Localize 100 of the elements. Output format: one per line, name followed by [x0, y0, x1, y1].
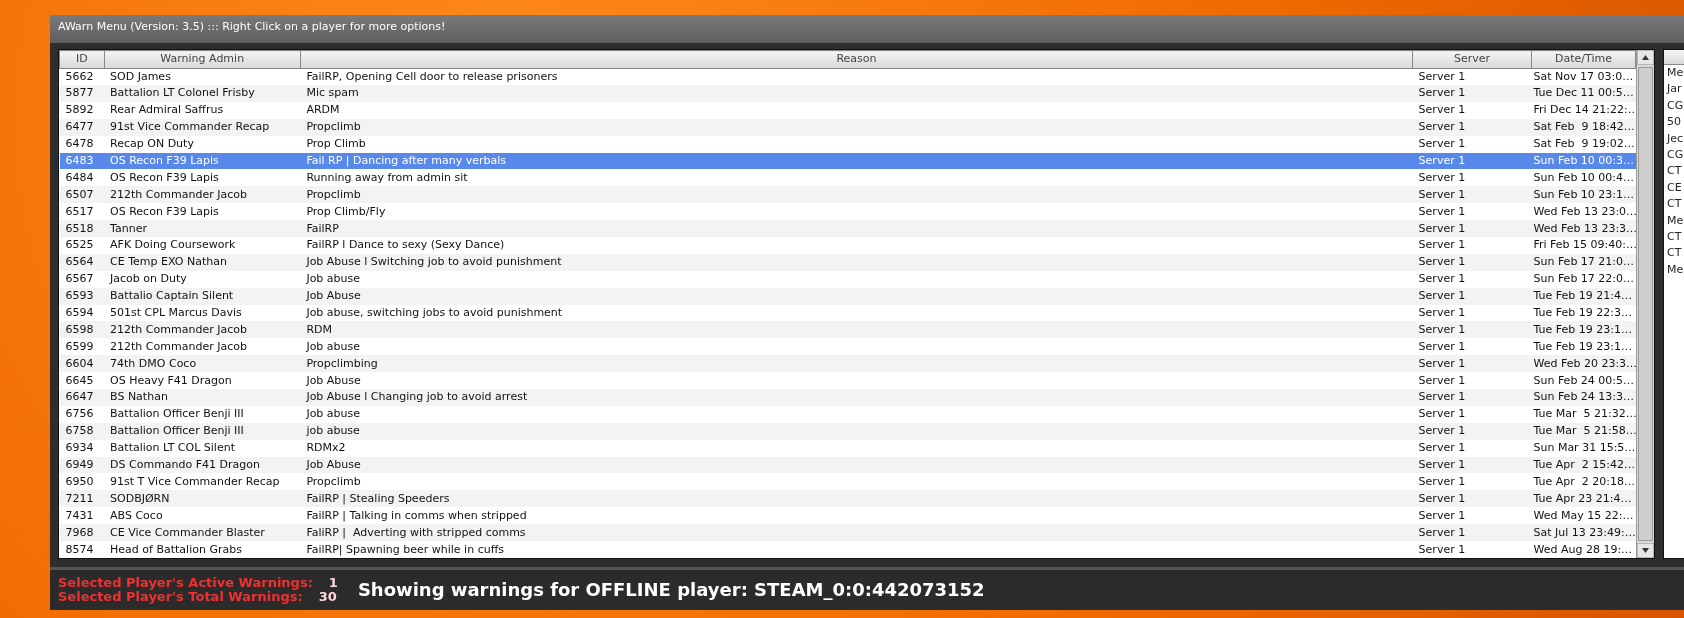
table-cell: Tue Feb 19 21:4…: [1533, 289, 1632, 303]
table-cell: Server 1: [1418, 458, 1466, 472]
table-cell: Server 1: [1418, 322, 1466, 336]
list-item[interactable]: Me: [1667, 262, 1684, 276]
list-item[interactable]: CT: [1667, 164, 1682, 178]
table-cell: Tue Apr 2 15:42…: [1533, 458, 1635, 472]
table-row[interactable]: 6478 Recap ON Duty Prop Climb Server 1 Sat Feb 9 19:02…: [59, 135, 1636, 153]
table-cell: 6567: [65, 272, 94, 286]
list-item[interactable]: Jar: [1667, 82, 1682, 96]
table-cell: Sat Jul 13 23:49:…: [1533, 525, 1636, 539]
table-row[interactable]: 7431 ABS Coco FailRP | Talking in comms when stripped Server 1 Wed May 15 22:…: [59, 507, 1636, 525]
table-cell: SOD James: [110, 69, 171, 83]
table-cell: 6604: [65, 356, 94, 370]
table-cell: 5892: [65, 103, 94, 117]
table-cell: Server 1: [1418, 120, 1466, 134]
table-cell: Fail RP | Dancing after many verbals: [306, 154, 507, 167]
table-row[interactable]: 5662 SOD James FailRP, Opening Cell door to release prisoners Server 1 Sat Nov 17 03:0…: [59, 68, 1636, 85]
scroll-up-icon[interactable]: [1637, 50, 1654, 65]
list-item[interactable]: CT: [1667, 246, 1682, 260]
list-item[interactable]: Me: [1667, 66, 1684, 79]
table-row[interactable]: 8574 Head of Battalion Grabs FailRP| Spawning beer while in cuffs Server 1 Wed Aug 28 19:…: [59, 541, 1636, 558]
table-cell: Server 1: [1418, 424, 1466, 438]
list-item[interactable]: CG: [1667, 147, 1684, 161]
scrollbar[interactable]: [1636, 50, 1654, 558]
table-cell: OS Recon F39 Lapis: [110, 204, 219, 218]
table-cell: 6593: [65, 289, 94, 303]
list-item[interactable]: CT: [1667, 229, 1682, 243]
table-row[interactable]: 6484 OS Recon F39 Lapis Running away from admin sit Server 1 Sun Feb 10 00:4…: [59, 169, 1636, 187]
column-header[interactable]: ID: [59, 50, 105, 68]
table-cell: DS Commando F41 Dragon: [110, 458, 260, 472]
table-row[interactable]: 6517 OS Recon F39 Lapis Prop Climb/Fly Server 1 Wed Feb 13 23:0…: [59, 203, 1636, 221]
list-item[interactable]: 50: [1667, 115, 1681, 129]
table-cell: Propclimbing: [306, 356, 378, 370]
table-cell: FailRP | Talking in comms when stripped: [306, 508, 527, 522]
table-cell: Wed Feb 13 23:0…: [1533, 204, 1636, 218]
table-cell: 6758: [65, 424, 94, 438]
table-cell: Job abuse: [306, 272, 361, 286]
table-row[interactable]: 6599 212th Commander Jacob Job abuse Server 1 Tue Feb 19 23:1…: [59, 338, 1636, 356]
column-header[interactable]: [1664, 50, 1684, 65]
table-row[interactable]: 6950 91st T Vice Commander Recap Propclimb Server 1 Tue Apr 2 20:18…: [59, 473, 1636, 491]
column-header[interactable]: Server: [1412, 50, 1532, 68]
table-cell: Server 1: [1418, 204, 1466, 218]
table-cell: 6598: [65, 322, 94, 336]
table-row[interactable]: 6756 Battalion Officer Benji III Job abuse Server 1 Tue Mar 5 21:32…: [59, 405, 1636, 423]
table-cell: Recap ON Duty: [110, 137, 194, 151]
table-row[interactable]: 6525 AFK Doing Coursework FailRP l Dance to sexy (Sexy Dance) Server 1 Fri Feb 15 09:40:…: [59, 237, 1636, 254]
table-row[interactable]: 6567 Jacob on Duty Job abuse Server 1 Sun Feb 17 22:0…: [59, 270, 1636, 288]
table-cell: Job Abuse: [306, 289, 361, 303]
list-item[interactable]: Me: [1667, 213, 1684, 227]
column-header[interactable]: Warning Admin: [104, 50, 301, 68]
scroll-thumb[interactable]: [1638, 67, 1653, 541]
table-cell: 6518: [65, 221, 94, 235]
table-cell: Server 1: [1418, 255, 1466, 269]
table-cell: 7211: [65, 491, 94, 505]
table-cell: 6507: [65, 187, 94, 201]
table-cell: Server 1: [1418, 525, 1466, 539]
table-cell: 6525: [65, 238, 94, 252]
table-cell: Tue Feb 19 23:1…: [1533, 322, 1632, 336]
table-cell: 6594: [65, 306, 94, 319]
active-warnings-label: Selected Player's Active Warnings:: [58, 575, 313, 590]
column-header[interactable]: Reason: [300, 50, 1413, 68]
table-cell: 6934: [65, 441, 94, 455]
table-cell: Server 1: [1418, 238, 1466, 252]
table-cell: 6599: [65, 339, 94, 353]
table-cell: CE Vice Commander Blaster: [110, 525, 265, 539]
table-cell: Server 1: [1418, 356, 1466, 370]
table-cell: Sat Nov 17 03:0…: [1533, 69, 1634, 83]
table-cell: 6478: [65, 137, 94, 151]
list-item[interactable]: CT: [1667, 197, 1682, 211]
table-cell: Server 1: [1418, 339, 1466, 353]
list-item[interactable]: CG: [1667, 98, 1684, 112]
table-cell: Wed Feb 20 23:3…: [1533, 356, 1636, 370]
list-item[interactable]: CE: [1667, 180, 1682, 194]
table-cell: FailRP, Opening Cell door to release prisoners: [306, 69, 558, 83]
table-row[interactable]: 6645 OS Heavy F41 Dragon Job Abuse Server 1 Sun Feb 24 00:5…: [59, 372, 1636, 390]
table-cell: FaliRP | Adverting with stripped comms: [306, 525, 526, 539]
table-cell: Job Abuse: [306, 458, 361, 472]
table-cell: Tue Feb 19 23:1…: [1533, 339, 1632, 353]
table-cell: Tue Apr 2 20:18…: [1533, 474, 1635, 488]
column-header[interactable]: Date/Time: [1531, 50, 1636, 68]
table-cell: Sun Feb 24 00:5…: [1533, 373, 1635, 387]
table-cell: Battalio Captain Silent: [110, 289, 234, 303]
table-cell: Sun Feb 10 00:3…: [1533, 154, 1635, 167]
table-cell: Server 1: [1418, 508, 1466, 522]
table-cell: Server 1: [1418, 221, 1466, 235]
table-cell: RDM: [306, 322, 332, 336]
table-row[interactable]: 6594 501st CPL Marcus Davis Job abuse, switching jobs to avoid punishment Server 1 Tue Feb 19 22:3…: [59, 304, 1636, 322]
table-cell: Battalion LT COL Silent: [110, 441, 235, 455]
list-item[interactable]: Jec: [1667, 131, 1684, 145]
table-cell: OS Heavy F41 Dragon: [110, 373, 232, 387]
table-row[interactable]: 5892 Rear Admiral Saffrus ARDM Server 1 Fri Dec 14 21:22:…: [59, 101, 1636, 119]
table-cell: Prop Climb: [306, 137, 366, 151]
table-cell: Server 1: [1418, 187, 1466, 201]
total-warnings-count: 30: [318, 589, 337, 604]
scroll-down-icon[interactable]: [1637, 543, 1654, 558]
table-cell: Propclimb: [306, 120, 361, 134]
window-title: AWarn Menu (Version: 3.5) ::: Right Click on a player for more options!: [50, 15, 1684, 43]
table-cell: Server 1: [1418, 474, 1466, 488]
table-cell: 6950: [65, 474, 94, 488]
table-row[interactable]: 6934 Battalion LT COL Silent RDMx2 Server 1 Sun Mar 31 15:5…: [59, 439, 1636, 457]
